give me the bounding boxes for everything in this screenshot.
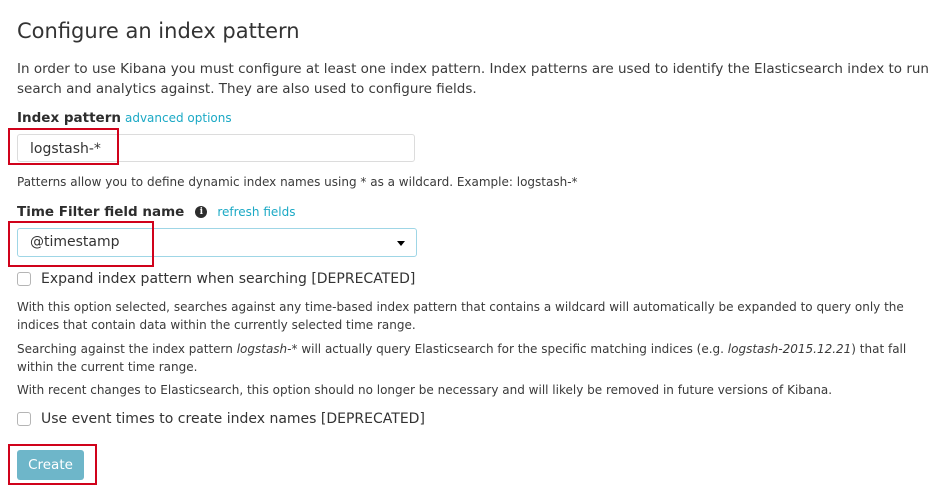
expand-description-3: With recent changes to Elasticsearch, th… (17, 383, 833, 397)
index-pattern-input[interactable]: logstash-* (17, 134, 415, 162)
event-times-option[interactable]: Use event times to create index names [D… (17, 411, 425, 427)
chevron-down-icon (397, 241, 405, 246)
index-pattern-page: Configure an index pattern In order to u… (0, 0, 952, 488)
index-pattern-label-row: Index pattern advanced options (17, 110, 232, 126)
time-filter-selected-value: @timestamp (30, 234, 120, 250)
expand-index-pattern-label: Expand index pattern when searching [DEP… (41, 271, 416, 287)
time-filter-select[interactable]: @timestamp (17, 228, 417, 257)
event-times-checkbox[interactable] (17, 412, 31, 426)
create-button[interactable]: Create (17, 450, 84, 480)
expand-index-pattern-option[interactable]: Expand index pattern when searching [DEP… (17, 271, 415, 287)
index-pattern-label: Index pattern (17, 110, 121, 126)
advanced-options-link[interactable]: advanced options (125, 111, 232, 125)
time-filter-label-row: Time Filter field name i refresh fields (17, 204, 295, 220)
event-times-label: Use event times to create index names [D… (41, 411, 425, 427)
desc2-pattern: logstash-* (236, 342, 298, 356)
expand-index-pattern-checkbox[interactable] (17, 272, 31, 286)
desc2-pre: Searching against the index pattern (17, 342, 237, 356)
expand-description-2: Searching against the index pattern logs… (17, 340, 942, 376)
refresh-fields-link[interactable]: refresh fields (217, 205, 295, 219)
expand-description-1: With this option selected, searches agai… (17, 300, 904, 332)
info-icon[interactable]: i (195, 206, 208, 218)
index-pattern-help: Patterns allow you to define dynamic ind… (17, 175, 578, 189)
desc2-mid: will actually query Elasticsearch for th… (297, 342, 728, 356)
desc2-example: logstash-2015.12.21 (727, 342, 852, 356)
page-title: Configure an index pattern (17, 19, 300, 43)
intro-text: In order to use Kibana you must configur… (17, 61, 929, 97)
time-filter-label: Time Filter field name (17, 204, 185, 220)
